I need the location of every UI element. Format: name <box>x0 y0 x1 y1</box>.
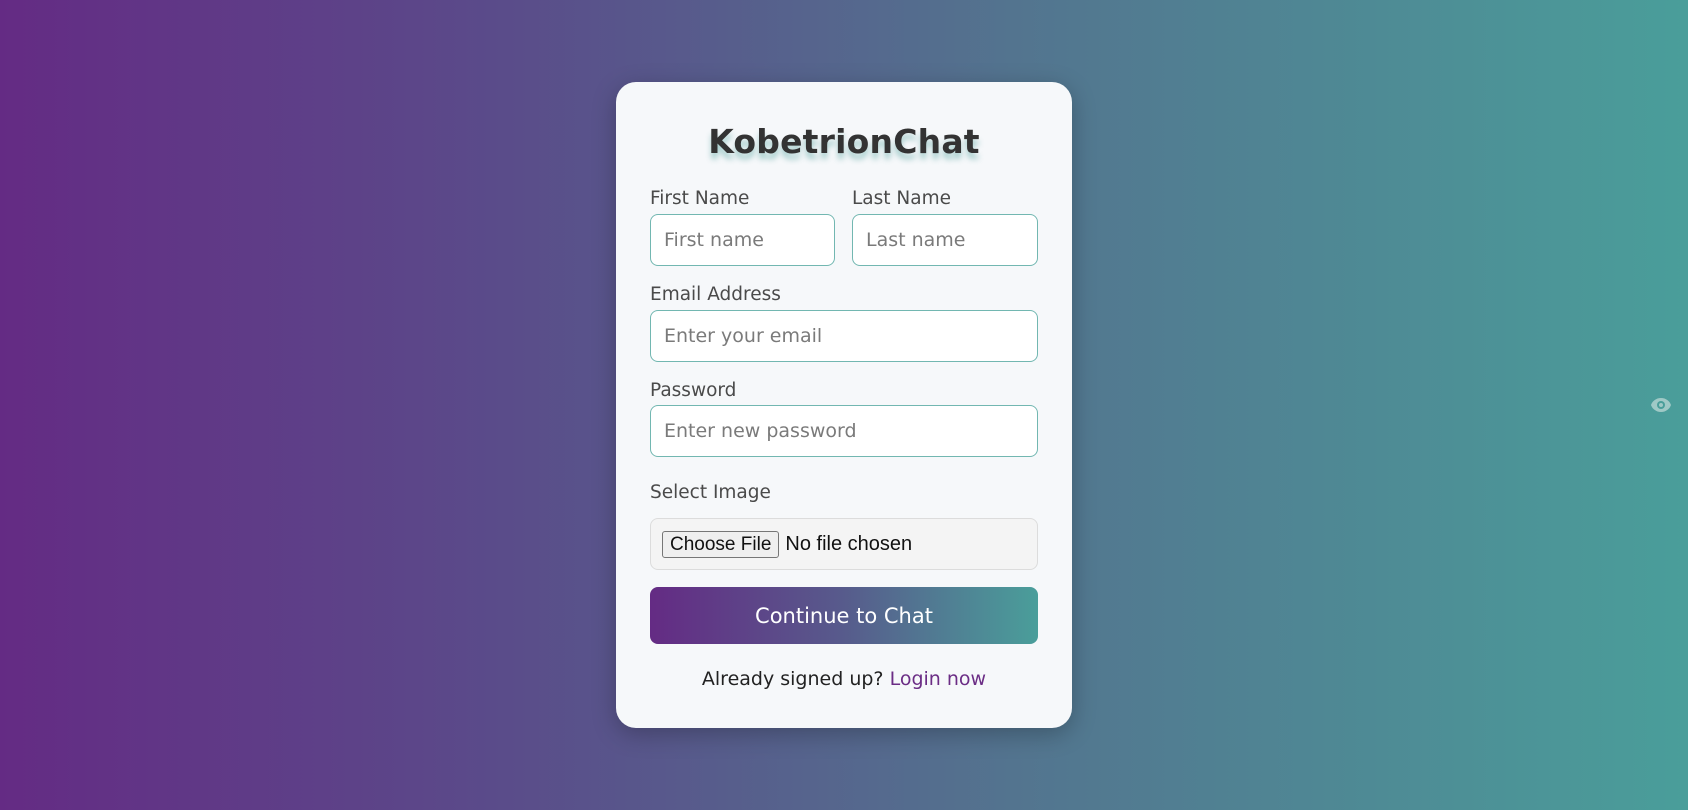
file-status-text: No file chosen <box>785 532 913 555</box>
last-name-input[interactable] <box>852 214 1038 266</box>
signup-card: KobetrionChat First Name Last Name Email… <box>616 82 1072 728</box>
last-name-label: Last Name <box>852 188 951 209</box>
continue-to-chat-button[interactable]: Continue to Chat <box>650 587 1038 644</box>
login-now-link[interactable]: Login now <box>890 668 987 690</box>
login-prompt-text: Already signed up? <box>701 668 884 690</box>
password-input[interactable] <box>650 405 1038 457</box>
eye-icon[interactable] <box>1650 397 1672 413</box>
email-input[interactable] <box>650 310 1038 362</box>
login-prompt: Already signed up? Login now <box>616 668 1072 690</box>
email-label: Email Address <box>650 284 781 305</box>
first-name-label: First Name <box>650 188 750 209</box>
password-label: Password <box>650 380 737 401</box>
app-title: KobetrionChat <box>708 122 980 161</box>
file-input[interactable]: Choose File No file chosen <box>650 518 1038 570</box>
select-image-label: Select Image <box>650 482 771 503</box>
choose-file-button[interactable]: Choose File <box>662 530 780 558</box>
first-name-input[interactable] <box>650 214 835 266</box>
